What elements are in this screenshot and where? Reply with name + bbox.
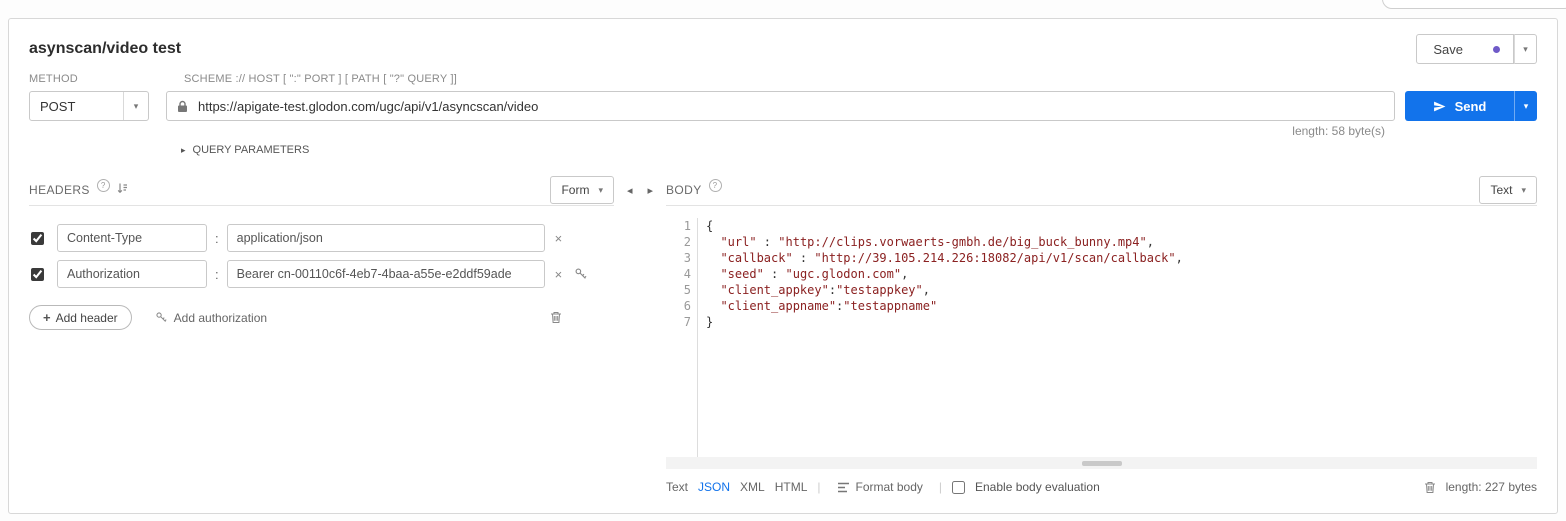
trash-icon [1424, 481, 1436, 494]
send-button-group: Send ▾ [1405, 91, 1537, 121]
query-parameters-toggle[interactable]: ▸ QUERY PARAMETERS [29, 141, 1537, 159]
scheme-label: SCHEME :// HOST [ ":" PORT ] [ PATH [ "?… [184, 73, 457, 87]
method-select[interactable]: POST ▾ [29, 91, 149, 121]
send-label: Send [1455, 99, 1487, 114]
format-tab-text[interactable]: Text [666, 480, 688, 494]
chevron-down-icon: ▾ [1521, 185, 1526, 196]
send-button[interactable]: Send [1405, 91, 1514, 121]
trash-icon [550, 311, 562, 324]
remove-header-button[interactable]: × [553, 232, 565, 245]
format-body-icon [837, 482, 850, 493]
scrollbar-handle[interactable] [1082, 461, 1122, 466]
enable-body-evaluation-checkbox[interactable] [952, 481, 965, 494]
key-icon [155, 311, 168, 324]
headers-actions: + Add header Add authorization [29, 305, 614, 330]
chevron-down-icon: ▾ [1523, 44, 1528, 54]
method-label: METHOD [29, 73, 184, 87]
page-title: asynscan/video test [29, 40, 181, 58]
body-length: length: 227 bytes [1446, 480, 1537, 494]
body-editor: 1234567 { "url" : "http://clips.vorwaert… [666, 206, 1537, 457]
body-footer: Text JSON XML HTML | Format body | Enabl… [666, 469, 1537, 499]
help-icon[interactable]: ? [709, 179, 722, 192]
field-labels-row: METHOD SCHEME :// HOST [ ":" PORT ] [ PA… [29, 73, 1537, 87]
header-enabled-checkbox[interactable] [31, 232, 44, 245]
add-header-label: Add header [56, 311, 118, 325]
lock-icon [177, 100, 188, 113]
authorization-key-button[interactable] [572, 267, 590, 281]
collapse-right-icon[interactable]: ▸ [648, 184, 654, 197]
chevron-down-icon: ▾ [123, 92, 148, 120]
body-title: BODY [666, 183, 702, 197]
delete-body-button[interactable] [1424, 481, 1436, 494]
send-icon [1433, 100, 1446, 113]
save-button-group: Save ▾ [1416, 34, 1537, 64]
remove-header-button[interactable]: × [553, 268, 565, 281]
chevron-down-icon: ▾ [1524, 101, 1529, 111]
headers-panel-head: HEADERS ? Form ▾ [29, 175, 614, 205]
add-header-button[interactable]: + Add header [29, 305, 132, 330]
headers-view-value: Form [561, 183, 589, 197]
key-icon [574, 267, 588, 281]
help-icon[interactable]: ? [97, 179, 110, 192]
plus-icon: + [43, 310, 51, 325]
body-view-select[interactable]: Text ▾ [1479, 176, 1537, 204]
send-dropdown-button[interactable]: ▾ [1514, 91, 1537, 121]
body-code-area[interactable]: { "url" : "http://clips.vorwaerts-gmbh.d… [698, 218, 1537, 457]
format-body-label: Format body [856, 480, 923, 494]
headers-panel: HEADERS ? Form ▾ : × [29, 175, 614, 499]
overlay-panel-edge [1382, 0, 1566, 9]
url-input[interactable] [196, 98, 1384, 115]
save-button[interactable]: Save [1416, 34, 1514, 64]
main-area: HEADERS ? Form ▾ : × [29, 175, 1537, 499]
header-value-input[interactable] [227, 224, 545, 252]
collapse-left-icon[interactable]: ◂ [627, 184, 633, 197]
url-length: length: 58 byte(s) [1292, 124, 1385, 139]
format-body-button[interactable]: Format body [831, 479, 929, 495]
body-title-wrap: BODY ? [666, 183, 722, 197]
colon-separator: : [215, 267, 219, 282]
request-card: asynscan/video test Save ▾ METHOD SCHEME… [8, 18, 1558, 514]
header-enabled-checkbox[interactable] [31, 268, 44, 281]
headers-title: HEADERS [29, 183, 90, 197]
header-rows: : × : × [29, 206, 614, 288]
panel-splitter: ◂ ▸ [614, 175, 666, 499]
separator: | [939, 480, 942, 494]
enable-body-evaluation-label: Enable body evaluation [975, 480, 1100, 494]
url-field-wrap [166, 91, 1395, 121]
body-panel: BODY ? Text ▾ 1234567 { "url" : "http://… [666, 175, 1537, 499]
format-tab-xml[interactable]: XML [740, 480, 765, 494]
format-tab-json[interactable]: JSON [698, 480, 730, 494]
title-row: asynscan/video test Save ▾ [29, 31, 1537, 67]
unsaved-indicator-dot [1493, 46, 1500, 53]
add-authorization-label: Add authorization [174, 311, 267, 325]
separator: | [817, 480, 820, 494]
header-name-input[interactable] [57, 260, 207, 288]
url-length-row: length: 58 byte(s) [29, 124, 1537, 139]
colon-separator: : [215, 231, 219, 246]
add-authorization-button[interactable]: Add authorization [149, 310, 273, 326]
chevron-down-icon: ▾ [598, 185, 603, 196]
query-parameters-label: QUERY PARAMETERS [193, 144, 310, 156]
horizontal-scrollbar [666, 457, 1537, 469]
headers-title-wrap: HEADERS ? [29, 183, 128, 197]
header-row: : × [29, 260, 614, 288]
method-value: POST [40, 99, 75, 114]
line-number-gutter: 1234567 [666, 218, 698, 457]
chevron-right-icon: ▸ [181, 145, 186, 156]
header-name-input[interactable] [57, 224, 207, 252]
header-value-input[interactable] [227, 260, 545, 288]
body-panel-head: BODY ? Text ▾ [666, 175, 1537, 205]
headers-view-select[interactable]: Form ▾ [550, 176, 614, 204]
delete-headers-button[interactable] [550, 311, 562, 324]
sort-headers-icon[interactable] [117, 182, 128, 195]
format-tab-html[interactable]: HTML [775, 480, 808, 494]
save-label: Save [1433, 42, 1463, 57]
request-controls-row: POST ▾ Send ▾ [29, 91, 1537, 121]
save-dropdown-button[interactable]: ▾ [1514, 34, 1537, 64]
header-row: : × [29, 224, 614, 252]
body-view-value: Text [1490, 183, 1512, 197]
